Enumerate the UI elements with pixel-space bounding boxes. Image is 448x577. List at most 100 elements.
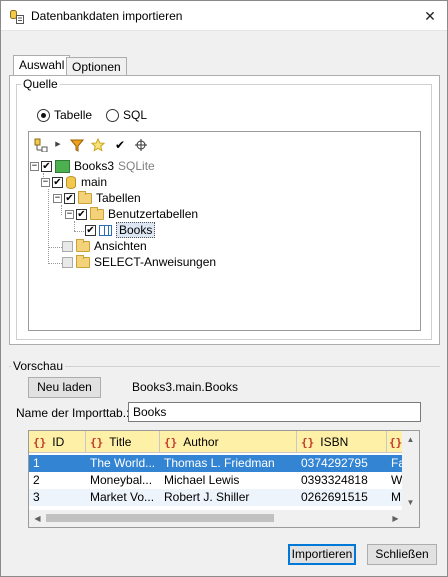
grid-cell: 0393324818 (301, 473, 368, 487)
title-bar: Datenbankdaten importieren ✕ (1, 1, 447, 31)
radio-table-indicator[interactable] (37, 108, 50, 122)
collapse-icon[interactable]: − (53, 193, 62, 203)
filter-icon[interactable] (70, 138, 84, 152)
import-table-name-label: Name der Importtab.: (16, 406, 130, 420)
tree-item-user-tables[interactable]: − ✔ Benutzertabellen (65, 206, 198, 222)
horizontal-scroll-thumb[interactable] (46, 514, 274, 522)
preview-current-path: Books3.main.Books (132, 380, 239, 394)
tab-label: Optionen (72, 60, 121, 74)
grid-cell: Michael Lewis (164, 473, 240, 487)
favorites-star-icon[interactable] (91, 138, 105, 152)
table-row[interactable]: 2 Moneybal... Michael Lewis 0393324818 W (29, 472, 402, 489)
collapse-icon[interactable]: − (65, 209, 74, 219)
tree-database-type: SQLite (118, 159, 155, 173)
add-connection-icon[interactable] (34, 138, 48, 152)
tree-views-label: Ansichten (94, 239, 147, 253)
tab-label: Auswahl (19, 58, 65, 72)
column-header-label: ID (52, 435, 65, 449)
close-button[interactable]: Schließen (367, 544, 437, 565)
check-icon[interactable]: ✔ (113, 138, 127, 152)
grid-cell: 0374292795 (301, 456, 368, 470)
folder-icon (78, 190, 92, 204)
collapse-icon[interactable]: − (41, 177, 50, 187)
column-header-id[interactable]: {} ID (29, 431, 86, 453)
table-icon (99, 224, 112, 236)
table-row[interactable]: 3 Market Vo... Robert J. Shiller 0262691… (29, 489, 402, 506)
tree-user-tables-label: Benutzertabellen (108, 207, 199, 221)
database-import-icon (10, 10, 24, 24)
radio-sql-label: SQL (123, 108, 148, 122)
column-header-partial[interactable]: {} (387, 431, 402, 453)
tree-checkbox[interactable]: ✔ (52, 176, 63, 188)
collapse-icon[interactable]: − (30, 161, 39, 171)
table-row[interactable]: 1 The World... Thomas L. Friedman 037429… (29, 455, 402, 472)
window-title: Datenbankdaten importieren (31, 9, 183, 23)
dropdown-arrow-icon[interactable]: ▶ (51, 138, 65, 152)
grid-cell: 2 (33, 473, 40, 487)
sqlite-database-icon (55, 159, 70, 173)
tree-tables-label: Tabellen (96, 191, 141, 205)
grid-header: {} ID {} Title {} Author {} ISBN {} (29, 431, 402, 453)
tree-database-name: Books3 (74, 159, 115, 173)
tree-item-database[interactable]: − ✔ Books3 SQLite (30, 158, 155, 174)
folder-icon (76, 238, 90, 252)
element-icon: {} (389, 435, 402, 449)
reload-button-label: Neu laden (37, 380, 92, 394)
grid-cell: Fa (391, 456, 402, 470)
horizontal-scrollbar[interactable]: ◀ ▶ (29, 510, 404, 527)
column-header-title[interactable]: {} Title (86, 431, 160, 453)
scroll-up-icon[interactable]: ▲ (402, 431, 419, 448)
tree-checkbox[interactable] (62, 256, 73, 268)
element-icon: {} (301, 435, 315, 449)
grid-cell: Market Vo... (90, 490, 155, 504)
tree-checkbox[interactable]: ✔ (76, 208, 87, 220)
radio-sql[interactable]: SQL (106, 107, 147, 123)
close-window-button[interactable]: ✕ (413, 1, 447, 31)
grid-cell: Robert J. Shiller (164, 490, 250, 504)
tab-optionen[interactable]: Optionen (66, 57, 127, 77)
import-button[interactable]: Importieren (288, 544, 356, 565)
grid-cell: W (391, 473, 402, 487)
scrollbar-corner (402, 510, 419, 527)
grid-cell: 1 (33, 456, 40, 470)
tree-schema-name: main (81, 175, 108, 189)
tree-checkbox[interactable]: ✔ (41, 160, 52, 172)
grid-cell: Thomas L. Friedman (164, 456, 275, 470)
tree-table-name: Books (116, 222, 156, 238)
radio-sql-indicator[interactable] (106, 108, 119, 122)
schema-database-icon (66, 175, 76, 189)
tab-auswahl[interactable]: Auswahl (13, 55, 71, 76)
import-table-name-input[interactable]: Books (128, 402, 421, 422)
folder-icon (76, 254, 90, 268)
tree-item-schema[interactable]: − ✔ main (41, 174, 107, 190)
preview-grid[interactable]: {} ID {} Title {} Author {} ISBN {} 1 Th… (28, 430, 420, 528)
close-button-label: Schließen (375, 547, 429, 561)
column-header-label: Author (183, 435, 219, 449)
grid-cell: The World... (90, 456, 156, 470)
tree-checkbox[interactable]: ✔ (85, 224, 96, 236)
scroll-down-icon[interactable]: ▼ (402, 494, 419, 511)
grid-cell: 0262691515 (301, 490, 368, 504)
tree-item-select-statements[interactable]: SELECT-Anweisungen (62, 254, 216, 270)
import-dialog: Datenbankdaten importieren ✕ Auswahl Opt… (0, 0, 448, 577)
column-header-label: Title (109, 435, 132, 449)
scroll-left-icon[interactable]: ◀ (29, 510, 46, 527)
radio-table[interactable]: Tabelle (37, 107, 92, 123)
tree-item-books-table[interactable]: ✔ Books (85, 222, 156, 238)
folder-icon (90, 206, 104, 220)
reload-button[interactable]: Neu laden (28, 377, 101, 398)
locate-icon[interactable] (134, 138, 148, 152)
tree-item-views[interactable]: Ansichten (62, 238, 147, 254)
grid-cell: Moneybal... (90, 473, 153, 487)
tree-select-label: SELECT-Anweisungen (94, 255, 217, 269)
column-header-label: ISBN (320, 435, 349, 449)
column-header-isbn[interactable]: {} ISBN (297, 431, 387, 453)
vertical-scrollbar[interactable]: ▲ ▼ (402, 431, 419, 511)
source-group-label: Quelle (23, 77, 58, 91)
grid-cell: 3 (33, 490, 40, 504)
tree-checkbox[interactable] (62, 240, 73, 252)
import-button-label: Importieren (291, 547, 353, 561)
tree-item-tables[interactable]: − ✔ Tabellen (53, 190, 141, 206)
tree-checkbox[interactable]: ✔ (64, 192, 75, 204)
column-header-author[interactable]: {} Author (160, 431, 297, 453)
